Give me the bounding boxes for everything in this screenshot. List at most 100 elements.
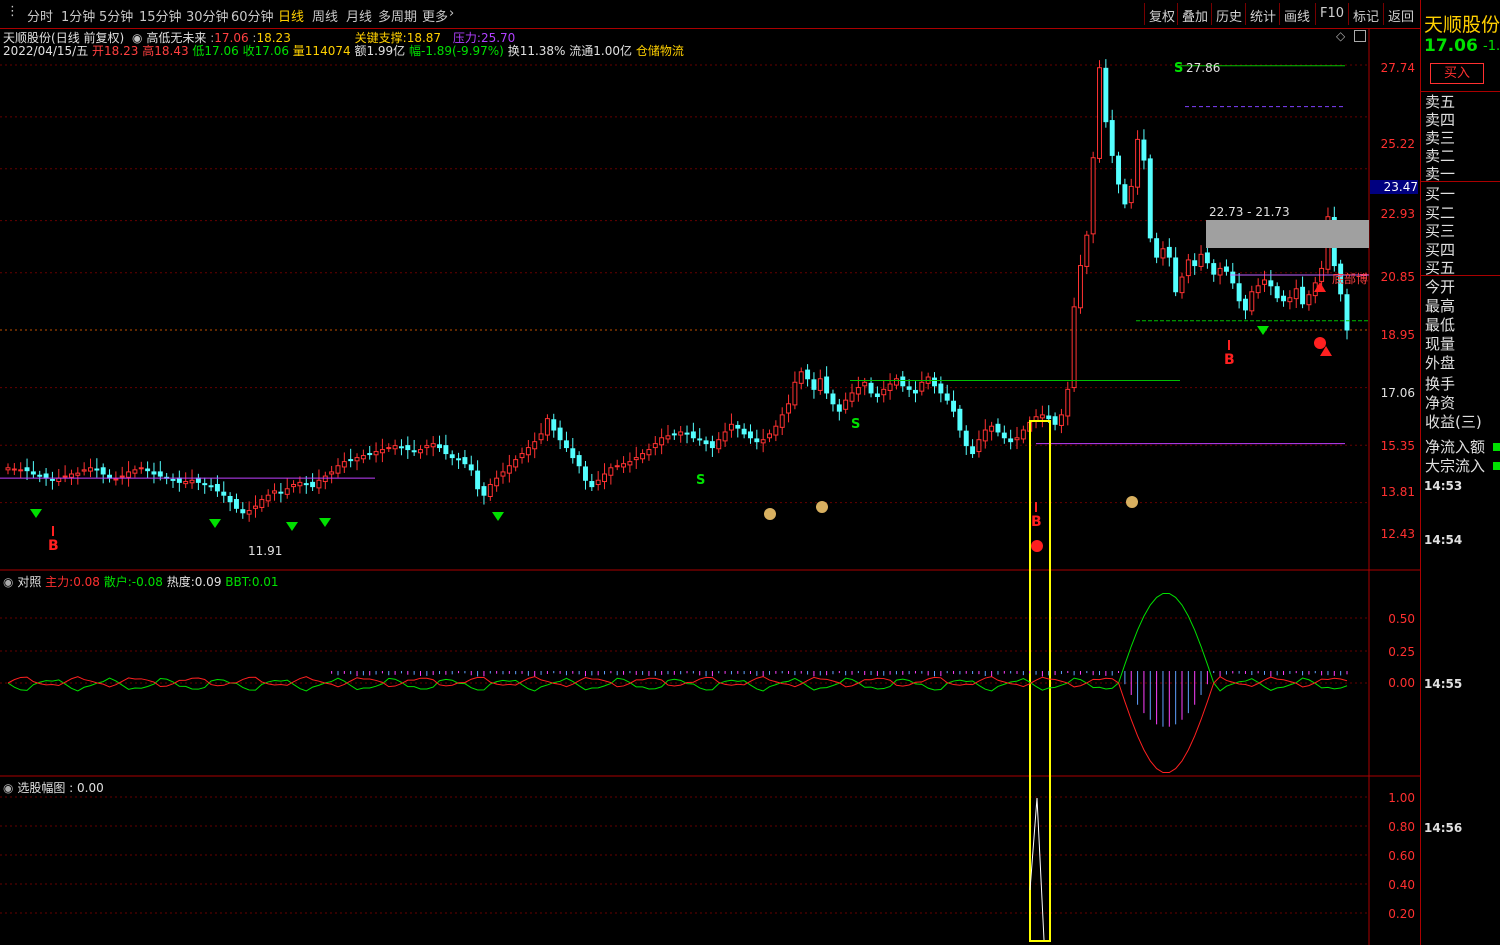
candle-body: [145, 468, 151, 472]
candle-body: [589, 481, 595, 488]
candle-body: [176, 477, 182, 483]
candle-body: [151, 471, 157, 475]
sub1-tick-label: 0.50: [1388, 612, 1415, 626]
candle-body: [449, 454, 455, 459]
candle-body: [1306, 294, 1312, 306]
down-triangle-icon: [209, 519, 221, 528]
sub2-value: 0.00: [77, 781, 104, 795]
mainforce-label: 主力:: [45, 575, 74, 589]
candle-body: [291, 483, 297, 488]
candle-body: [532, 441, 538, 450]
candle-body: [595, 479, 601, 485]
candle-body: [284, 488, 290, 495]
candle-body: [684, 432, 690, 435]
candle-body: [855, 387, 861, 395]
candle-body: [183, 481, 189, 485]
candle-body: [1078, 265, 1083, 309]
candle-body: [94, 468, 100, 471]
candle-body: [411, 450, 417, 453]
candle-body: [1141, 139, 1147, 161]
candle-body: [272, 490, 277, 494]
sell-marker: S: [851, 417, 860, 432]
tick-time-1: 14:54: [1424, 533, 1463, 547]
candle-body: [811, 379, 817, 390]
candle-body: [881, 388, 887, 396]
candle-body: [817, 378, 823, 391]
candle-body: [1192, 260, 1198, 267]
sub2-toggle-icon[interactable]: ◉: [3, 781, 13, 795]
sub1-title: ◉ 对照 主力:0.08 散户:-0.08 热度:0.09 BBT:0.01: [3, 573, 279, 590]
candle-body: [1135, 138, 1141, 188]
candle-body: [132, 469, 138, 474]
candle-body: [995, 423, 1001, 433]
stat-label-1: 最高: [1425, 297, 1456, 315]
candle-body: [398, 446, 404, 449]
price-tick-label: 17.06: [1380, 386, 1415, 400]
candle-body: [1008, 438, 1014, 443]
sub1-toggle-icon[interactable]: ◉: [3, 575, 13, 589]
candle-body: [786, 403, 792, 414]
kline-chart[interactable]: 27.86 11.91 22.73 - 21.73 底部博 B B B S S S: [0, 0, 1420, 945]
candle-body: [1185, 259, 1191, 277]
price-tick-label: 12.43: [1380, 527, 1415, 541]
candle-body: [360, 455, 366, 460]
candle-body: [430, 443, 436, 448]
candle-body: [798, 371, 804, 384]
candle-body: [126, 471, 132, 478]
down-triangle-icon: [492, 512, 504, 521]
sell-marker: S: [696, 473, 705, 488]
candle-body: [538, 433, 544, 441]
stat-label-9: 大宗流入: [1425, 457, 1486, 475]
buy-marker: B: [1224, 352, 1235, 368]
candle-body: [748, 431, 753, 439]
candle-body: [1255, 285, 1261, 294]
candle-body: [68, 473, 74, 478]
candle-body: [849, 392, 855, 402]
ann-bottom-label: 底部博: [1332, 271, 1368, 286]
ann-range-label: 22.73 - 21.73: [1209, 205, 1290, 219]
candle-body: [1344, 294, 1350, 331]
flow-bar-icon: [1493, 443, 1500, 451]
plus-circle-icon: [1314, 337, 1326, 349]
candle-body: [30, 471, 36, 475]
candle-body: [18, 469, 24, 472]
candle-body: [494, 477, 500, 487]
candle-body: [37, 474, 43, 477]
candle-body: [1217, 267, 1223, 276]
candle-body: [1287, 297, 1293, 303]
candle-body: [500, 471, 506, 477]
candle-body: [418, 449, 423, 454]
candle-body: [621, 463, 627, 468]
down-triangle-icon: [30, 509, 42, 518]
price-tick-label: 22.93: [1380, 207, 1415, 221]
candle-body: [468, 464, 474, 471]
candle-body: [297, 481, 303, 487]
buy-marker: B: [48, 538, 59, 554]
sub2-title: ◉ 选股幅图 : 0.00: [3, 781, 104, 795]
stat-label-4: 外盘: [1425, 354, 1456, 372]
candle-body: [1128, 185, 1134, 204]
candle-body: [1014, 437, 1020, 441]
mainforce-line: [7, 676, 1348, 774]
candle-body: [1166, 246, 1172, 258]
down-triangle-icon: [319, 518, 331, 527]
candle-body: [690, 431, 696, 439]
candle-body: [335, 465, 341, 474]
candle-body: [1116, 155, 1122, 185]
buy-button[interactable]: 买入: [1430, 63, 1484, 84]
candle-body: [119, 475, 125, 478]
candle-body: [1204, 252, 1210, 264]
candle-body: [767, 433, 772, 439]
current-price-tag: 23.47: [1370, 180, 1418, 194]
candle-body: [189, 479, 195, 484]
candle-body: [1001, 432, 1007, 439]
sub2-tick-label: 0.80: [1388, 820, 1415, 834]
candle-body: [157, 471, 163, 477]
stat-label-6: 净资: [1425, 394, 1456, 412]
candle-body: [741, 428, 747, 435]
candle-body: [938, 383, 944, 394]
buy-marker: B: [1031, 514, 1042, 530]
candle-body: [957, 408, 963, 431]
panel-change: -1.89: [1483, 39, 1500, 54]
panel-price: 17.06: [1424, 36, 1478, 56]
